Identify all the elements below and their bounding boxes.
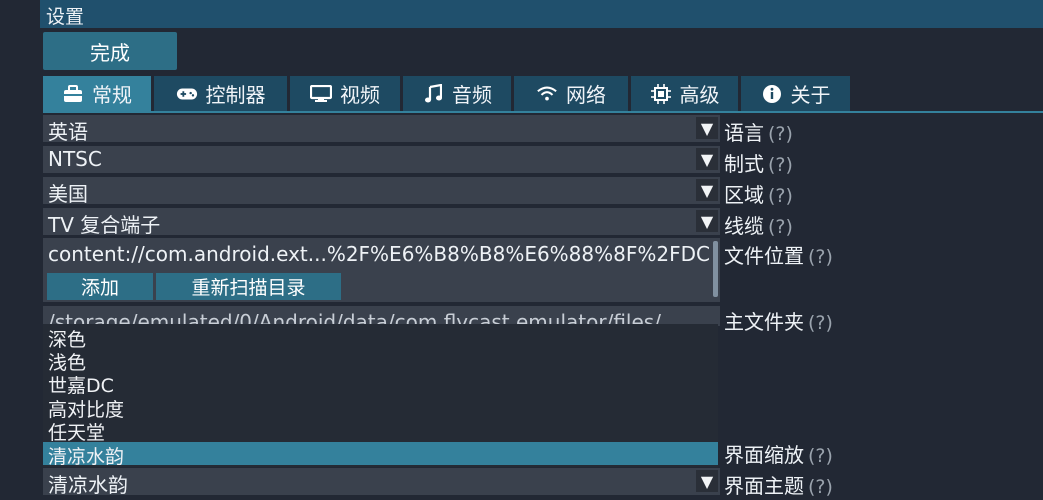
tab-label: 高级 — [679, 83, 720, 107]
gamepad-icon — [176, 83, 198, 105]
help-icon[interactable]: (?) — [768, 216, 793, 238]
region-value: 美国 — [48, 182, 88, 206]
done-button[interactable]: 完成 — [43, 32, 177, 70]
rescan-button[interactable]: 重新扫描目录 — [156, 273, 341, 300]
theme-value: 清凉水韵 — [48, 473, 128, 497]
wifi-icon — [536, 83, 558, 105]
language-value: 英语 — [48, 120, 88, 144]
theme-select[interactable]: 清凉水韵 ▼ — [43, 468, 720, 497]
tab-label: 常规 — [92, 83, 132, 107]
window-title: 设置 — [46, 6, 85, 28]
cable-select[interactable]: TV 复合端子 ▼ — [43, 208, 720, 237]
scrollbar[interactable] — [713, 241, 718, 297]
tab-advanced[interactable]: 高级 — [631, 76, 738, 111]
help-icon[interactable]: (?) — [808, 476, 833, 498]
dropdown-arrow-icon[interactable]: ▼ — [696, 470, 718, 492]
region-label: 区域 (?) — [724, 183, 793, 207]
tab-label: 控制器 — [205, 83, 266, 107]
broadcast-value: NTSC — [48, 147, 102, 171]
tab-audio[interactable]: 音频 — [403, 76, 511, 111]
theme-option[interactable]: 世嘉DC — [43, 371, 718, 397]
broadcast-select[interactable]: NTSC ▼ — [43, 146, 720, 173]
theme-option[interactable]: 深色 — [43, 325, 718, 351]
tab-label: 视频 — [340, 83, 380, 107]
tab-network[interactable]: 网络 — [514, 76, 628, 111]
help-icon[interactable]: (?) — [808, 312, 833, 334]
tab-label: 网络 — [566, 83, 606, 107]
ui-scale-label: 界面缩放 (?) — [724, 443, 833, 467]
monitor-icon — [310, 83, 332, 105]
content-location-path: content://com.android.ext...%2F%E6%B8%B8… — [48, 242, 710, 266]
tab-video[interactable]: 视频 — [290, 76, 400, 111]
music-note-icon — [422, 83, 444, 105]
tab-about[interactable]: 关于 — [741, 76, 850, 111]
home-folder-field[interactable]: /storage/emulated/0/Android/data/com.fly… — [43, 306, 720, 326]
tab-label: 关于 — [790, 83, 831, 107]
help-icon[interactable]: (?) — [768, 123, 793, 145]
tab-controller[interactable]: 控制器 — [154, 76, 287, 111]
help-icon[interactable]: (?) — [768, 185, 793, 207]
dropdown-arrow-icon[interactable]: ▼ — [696, 148, 718, 170]
dropdown-arrow-icon[interactable]: ▼ — [696, 210, 718, 232]
help-icon[interactable]: (?) — [768, 154, 793, 176]
home-folder-label: 主文件夹 (?) — [724, 310, 833, 334]
tab-general[interactable]: 常规 — [43, 76, 151, 111]
cable-value: TV 复合端子 — [48, 213, 161, 237]
theme-option-selected[interactable]: 清凉水韵 — [43, 442, 718, 468]
info-icon — [761, 83, 783, 105]
cable-label: 线缆 (?) — [724, 214, 793, 238]
region-select[interactable]: 美国 ▼ — [43, 177, 720, 206]
theme-option[interactable]: 浅色 — [43, 348, 718, 374]
dropdown-arrow-icon[interactable]: ▼ — [696, 117, 718, 139]
theme-option[interactable]: 高对比度 — [43, 395, 718, 421]
broadcast-label: 制式 (?) — [724, 152, 793, 176]
toolbox-icon — [62, 83, 84, 105]
help-icon[interactable]: (?) — [808, 445, 833, 467]
content-location-label: 文件位置 (?) — [724, 244, 833, 268]
add-button[interactable]: 添加 — [47, 273, 153, 300]
theme-dropdown-list: 深色 浅色 世嘉DC 高对比度 任天堂 清凉水韵 — [43, 324, 718, 468]
tab-label: 音频 — [452, 83, 492, 107]
title-bar: 设置 — [40, 0, 1043, 28]
chip-icon — [650, 83, 672, 105]
language-label: 语言 (?) — [724, 121, 793, 145]
tab-underline — [43, 111, 1043, 113]
theme-option[interactable]: 任天堂 — [43, 418, 718, 444]
help-icon[interactable]: (?) — [808, 246, 833, 268]
content-location-list[interactable]: content://com.android.ext...%2F%E6%B8%B8… — [43, 238, 720, 302]
dropdown-arrow-icon[interactable]: ▼ — [696, 179, 718, 201]
language-select[interactable]: 英语 ▼ — [43, 115, 720, 144]
theme-label: 界面主题 (?) — [724, 474, 833, 498]
